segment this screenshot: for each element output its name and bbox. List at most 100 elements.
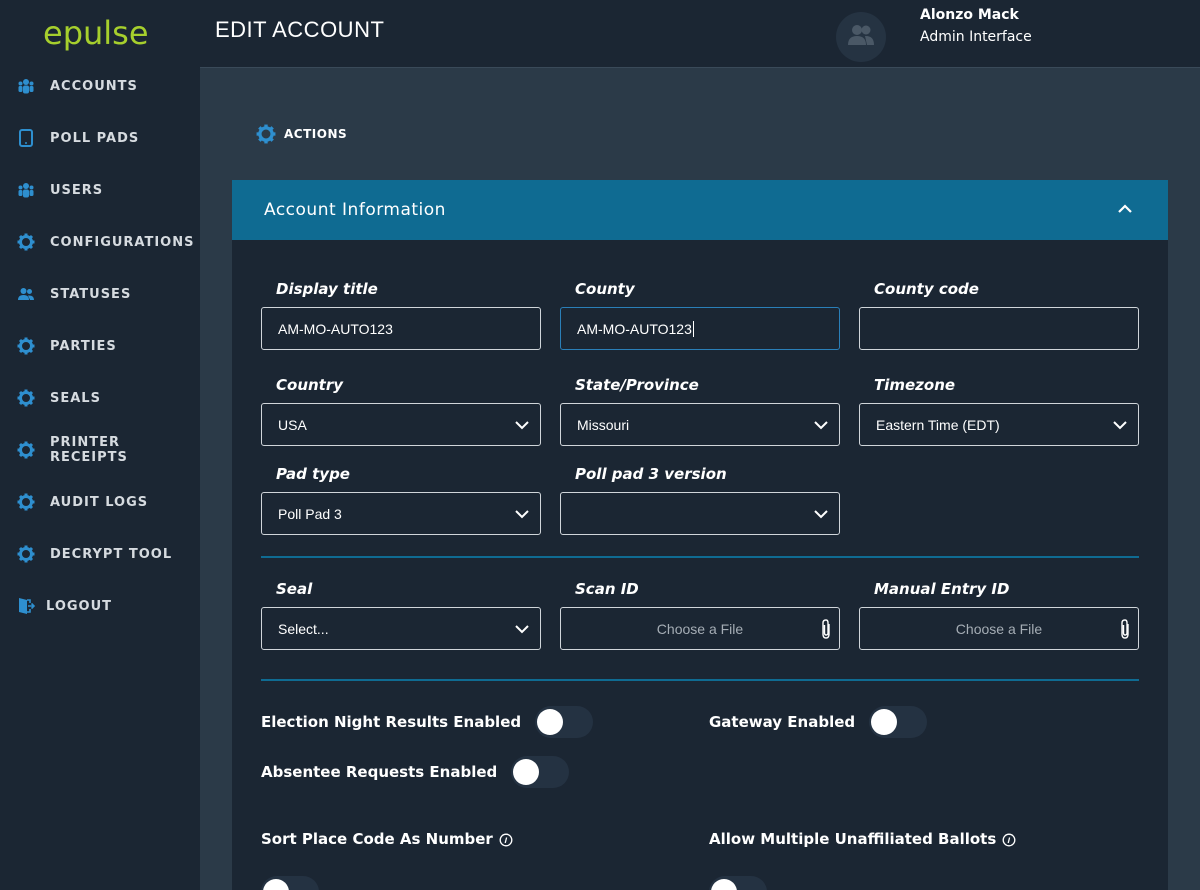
- sidebar-item-label: DECRYPT TOOL: [50, 546, 173, 562]
- scan-id-file-input[interactable]: Choose a File: [560, 607, 840, 650]
- election-night-results-toggle[interactable]: [535, 706, 594, 738]
- gateway-enabled-toggle[interactable]: [869, 706, 928, 738]
- toggle-knob: [537, 709, 564, 735]
- sort-place-code-label: Sort Place Code As Number: [261, 830, 493, 848]
- pp3-version-label: Poll pad 3 version: [575, 465, 727, 483]
- sidebar-item-accounts[interactable]: ACCOUNTS: [0, 60, 200, 112]
- state-label: State/Province: [575, 376, 699, 394]
- allow-multiple-unaffiliated-row: Allow Multiple Unaffiliated Ballots: [709, 830, 1016, 848]
- manual-entry-id-label: Manual Entry ID: [874, 580, 1010, 598]
- user-name: Alonzo Mack: [920, 7, 1019, 23]
- sidebar-item-users[interactable]: USERS: [0, 164, 200, 216]
- sidebar-item-printer-receipts[interactable]: PRINTER RECEIPTS: [0, 424, 200, 476]
- pp3-version-select[interactable]: [560, 492, 840, 535]
- users-group-icon: [17, 77, 35, 95]
- sidebar-item-label: PRINTER RECEIPTS: [50, 435, 128, 465]
- gear-icon: [17, 337, 35, 355]
- chevron-down-icon: [514, 417, 530, 433]
- toggle-knob: [711, 879, 737, 890]
- sidebar: epulse ACCOUNTS POLL PADS USERS CONFIGUR…: [0, 0, 200, 890]
- county-value: AM-MO-AUTO123: [577, 320, 692, 337]
- country-label: Country: [276, 376, 344, 394]
- page-title: EDIT ACCOUNT: [215, 17, 385, 42]
- display-title-value: AM-MO-AUTO123: [278, 320, 393, 337]
- info-icon[interactable]: [499, 832, 513, 847]
- gateway-toggle-row: Gateway Enabled: [709, 706, 928, 738]
- sidebar-item-statuses[interactable]: STATUSES: [0, 268, 200, 320]
- sidebar-item-poll-pads[interactable]: POLL PADS: [0, 112, 200, 164]
- section-divider: [261, 679, 1139, 681]
- chevron-down-icon: [1112, 417, 1128, 433]
- text-cursor: [692, 320, 694, 337]
- section-divider: [261, 556, 1139, 558]
- info-icon[interactable]: [1002, 832, 1016, 847]
- county-input[interactable]: AM-MO-AUTO123: [560, 307, 840, 350]
- tablet-icon: [17, 129, 35, 147]
- country-select[interactable]: USA: [261, 403, 541, 446]
- manual-entry-id-file-input[interactable]: Choose a File: [859, 607, 1139, 650]
- timezone-value: Eastern Time (EDT): [876, 416, 1000, 433]
- sidebar-item-parties[interactable]: PARTIES: [0, 320, 200, 372]
- panel-title: Account Information: [264, 200, 446, 220]
- gear-icon: [17, 389, 35, 407]
- chevron-down-icon: [514, 506, 530, 522]
- gear-icon: [17, 441, 35, 459]
- toggle-knob: [513, 759, 540, 785]
- sidebar-nav: ACCOUNTS POLL PADS USERS CONFIGURATIONS …: [0, 60, 200, 632]
- allow-multiple-unaffiliated-toggle[interactable]: [709, 876, 767, 890]
- people-icon: [17, 285, 35, 303]
- seal-select[interactable]: Select...: [261, 607, 541, 650]
- gateway-enabled-label: Gateway Enabled: [709, 713, 856, 731]
- display-title-label: Display title: [276, 280, 378, 298]
- sidebar-item-seals[interactable]: SEALS: [0, 372, 200, 424]
- paperclip-icon: [1118, 618, 1132, 640]
- chevron-down-icon: [813, 417, 829, 433]
- election-night-results-toggle-row: Election Night Results Enabled: [261, 706, 594, 738]
- gear-icon: [17, 233, 35, 251]
- sidebar-item-decrypt-tool[interactable]: DECRYPT TOOL: [0, 528, 200, 580]
- sort-place-code-toggle[interactable]: [261, 876, 319, 890]
- sidebar-item-configurations[interactable]: CONFIGURATIONS: [0, 216, 200, 268]
- sidebar-item-label: USERS: [50, 182, 104, 198]
- seal-label: Seal: [276, 580, 313, 598]
- sidebar-item-label: AUDIT LOGS: [50, 494, 149, 510]
- pad-type-select[interactable]: Poll Pad 3: [261, 492, 541, 535]
- sidebar-item-label: CONFIGURATIONS: [50, 234, 195, 250]
- chevron-up-icon[interactable]: [1116, 200, 1134, 218]
- sidebar-item-label: SEALS: [50, 390, 101, 406]
- gear-icon: [17, 493, 35, 511]
- paperclip-icon: [819, 618, 833, 640]
- avatar[interactable]: [836, 12, 886, 62]
- country-value: USA: [278, 416, 307, 433]
- county-label: County: [575, 280, 635, 298]
- sidebar-item-label: STATUSES: [50, 286, 132, 302]
- seal-value: Select...: [278, 620, 329, 637]
- user-avatar-icon: [846, 24, 876, 50]
- election-night-results-label: Election Night Results Enabled: [261, 713, 522, 731]
- county-code-input[interactable]: [859, 307, 1139, 350]
- absentee-requests-toggle-row: Absentee Requests Enabled: [261, 756, 570, 788]
- absentee-requests-toggle[interactable]: [511, 756, 570, 788]
- county-code-label: County code: [874, 280, 979, 298]
- panel-header[interactable]: Account Information: [232, 180, 1168, 240]
- allow-multiple-unaffiliated-label: Allow Multiple Unaffiliated Ballots: [709, 830, 997, 848]
- chevron-down-icon: [514, 621, 530, 637]
- toggle-knob: [263, 879, 289, 890]
- users-group-icon: [17, 181, 35, 199]
- top-header: EDIT ACCOUNT Alonzo Mack Admin Interface: [200, 0, 1200, 68]
- state-select[interactable]: Missouri: [560, 403, 840, 446]
- sidebar-item-audit-logs[interactable]: AUDIT LOGS: [0, 476, 200, 528]
- timezone-select[interactable]: Eastern Time (EDT): [859, 403, 1139, 446]
- toggle-knob: [871, 709, 898, 735]
- sidebar-item-label: LOGOUT: [46, 598, 113, 614]
- absentee-requests-label: Absentee Requests Enabled: [261, 763, 498, 781]
- actions-button[interactable]: ACTIONS: [256, 124, 347, 144]
- sidebar-item-logout[interactable]: LOGOUT: [0, 580, 200, 632]
- pad-type-label: Pad type: [276, 465, 350, 483]
- chevron-down-icon: [813, 506, 829, 522]
- display-title-input[interactable]: AM-MO-AUTO123: [261, 307, 541, 350]
- sidebar-item-label: POLL PADS: [50, 130, 140, 146]
- epulse-logo[interactable]: epulse: [43, 14, 149, 52]
- gear-icon: [256, 124, 276, 144]
- timezone-label: Timezone: [874, 376, 956, 394]
